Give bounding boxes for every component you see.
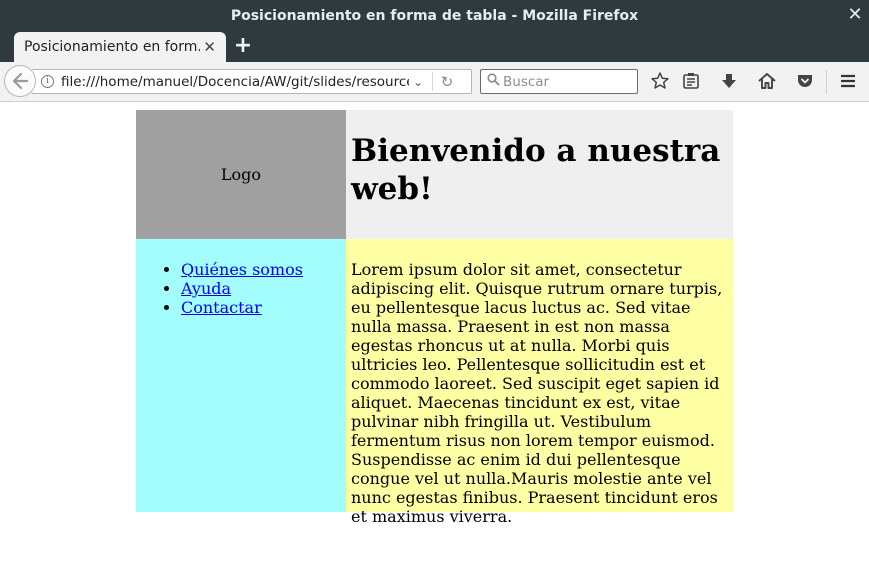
download-icon[interactable] xyxy=(718,71,740,93)
tab-label: Posicionamiento en form... xyxy=(24,39,200,55)
window-close-icon[interactable]: ✕ xyxy=(847,6,863,24)
header-cell: Bienvenido a nuestra web! xyxy=(346,110,733,239)
search-bar[interactable] xyxy=(480,69,638,94)
logo-text: Logo xyxy=(220,165,262,184)
dropdown-icon[interactable]: ⌄ xyxy=(409,75,427,89)
nav-link-contactar[interactable]: Contactar xyxy=(181,298,262,317)
pocket-icon[interactable] xyxy=(794,71,816,93)
window-titlebar: Posicionamiento en forma de tabla - Mozi… xyxy=(0,0,869,31)
url-separator xyxy=(432,72,433,91)
tab-active[interactable]: Posicionamiento en form... ✕ xyxy=(14,32,226,62)
table-layout: Logo Bienvenido a nuestra web! Quiénes s… xyxy=(136,110,733,526)
window-title: Posicionamiento en forma de tabla - Mozi… xyxy=(230,7,639,24)
nav-link-quienes-somos[interactable]: Quiénes somos xyxy=(181,260,303,279)
navigation-toolbar: i file:///home/manuel/Docencia/AW/git/sl… xyxy=(0,62,869,102)
home-icon[interactable] xyxy=(756,71,778,93)
page-viewport: Logo Bienvenido a nuestra web! Quiénes s… xyxy=(0,103,869,562)
tab-strip: Posicionamiento en form... ✕ + xyxy=(0,31,869,62)
reading-list-icon[interactable] xyxy=(680,71,702,93)
info-icon[interactable]: i xyxy=(41,75,54,88)
content-cell: Lorem ipsum dolor sit amet, consectetur … xyxy=(346,239,733,526)
back-icon[interactable] xyxy=(4,65,36,97)
search-icon xyxy=(483,73,503,90)
nav-cell: Quiénes somos Ayuda Contactar xyxy=(136,239,346,512)
nav-item: Contactar xyxy=(181,298,346,317)
menu-icon[interactable] xyxy=(837,71,859,93)
nav-list: Quiénes somos Ayuda Contactar xyxy=(181,260,346,317)
nav-item: Quiénes somos xyxy=(181,260,346,279)
bookmark-star-icon[interactable] xyxy=(649,71,671,93)
toolbar-separator xyxy=(826,70,827,94)
body-paragraph: Lorem ipsum dolor sit amet, consectetur … xyxy=(351,260,723,526)
url-text[interactable]: file:///home/manuel/Docencia/AW/git/slid… xyxy=(61,74,409,90)
url-bar[interactable]: i file:///home/manuel/Docencia/AW/git/sl… xyxy=(32,69,472,94)
back-arrow-glyph xyxy=(12,72,29,90)
tab-close-icon[interactable]: ✕ xyxy=(203,38,216,56)
search-input[interactable] xyxy=(503,73,631,90)
new-tab-icon[interactable]: + xyxy=(233,35,253,57)
reload-icon[interactable]: ↻ xyxy=(438,73,456,91)
nav-link-ayuda[interactable]: Ayuda xyxy=(181,279,231,298)
page-heading: Bienvenido a nuestra web! xyxy=(351,133,721,207)
logo-cell: Logo xyxy=(136,110,346,239)
nav-item: Ayuda xyxy=(181,279,346,298)
